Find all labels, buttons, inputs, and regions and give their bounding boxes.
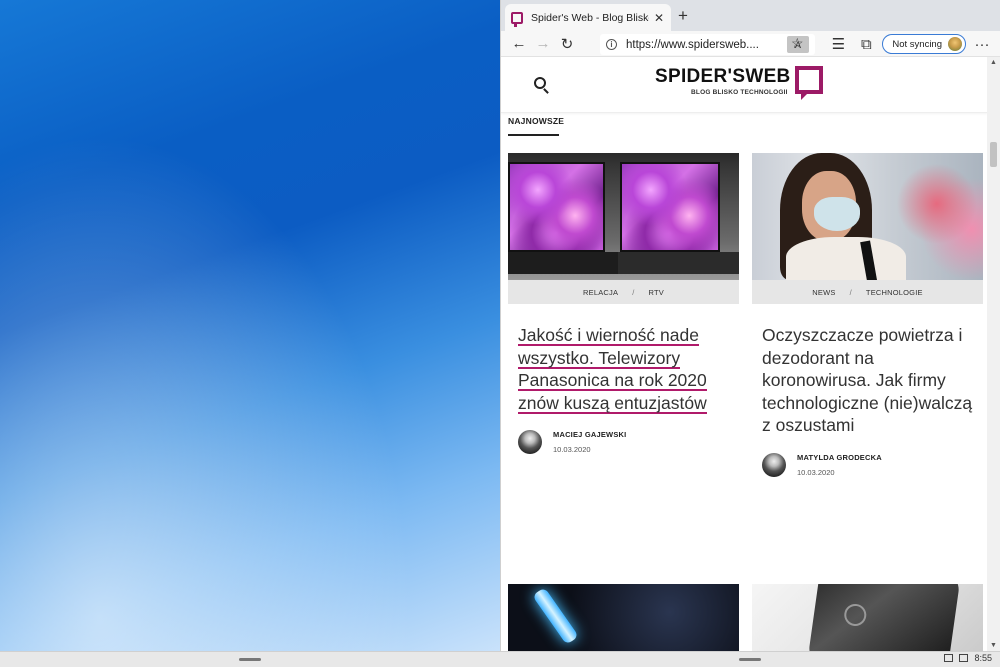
logo-text: SPIDER'SWEB: [655, 66, 791, 87]
author-name[interactable]: MATYLDA GRODECKA: [797, 453, 882, 462]
category-link[interactable]: RELACJA: [583, 288, 618, 297]
network-icon[interactable]: [959, 654, 969, 662]
section-underline: [508, 134, 559, 136]
desktop-wallpaper: [0, 0, 500, 651]
vertical-scrollbar[interactable]: ▲ ▼: [987, 57, 1000, 651]
profile-sync-button[interactable]: Not syncing: [882, 34, 966, 54]
settings-menu-icon[interactable]: ···: [970, 33, 994, 55]
tab-title: Spider's Web - Blog Blisko Techn: [531, 11, 649, 24]
author-name[interactable]: MACIEJ GAJEWSKI: [553, 430, 626, 439]
author-avatar: [518, 430, 542, 454]
spidersweb-favicon-icon: [511, 11, 523, 27]
category-link[interactable]: RTV: [649, 288, 664, 297]
site-header: SPIDER'SWEB BLOG BLISKO TECHNOLOGII: [501, 57, 988, 113]
forward-arrow-icon[interactable]: →: [531, 33, 555, 55]
toolbar-right: ☰ ⧉ Not syncing ···: [826, 33, 994, 55]
article-categories: NEWS / TECHNOLOGIE: [752, 280, 983, 304]
collections-icon[interactable]: ⧉: [854, 33, 878, 55]
article-image-mask-woman[interactable]: [752, 153, 983, 280]
article-date: 10.03.2020: [553, 445, 591, 454]
article-author: MATYLDA GRODECKA 10.03.2020: [762, 452, 983, 477]
category-separator: /: [632, 287, 635, 297]
favorites-list-icon[interactable]: ☰: [826, 33, 850, 55]
article-date: 10.03.2020: [797, 467, 835, 477]
article-categories: RELACJA / RTV: [508, 280, 739, 304]
scroll-down-arrow-icon[interactable]: ▼: [990, 642, 997, 649]
browser-window: Spider's Web - Blog Blisko Techn ✕ + ← →…: [500, 0, 1000, 651]
article-image-tvs[interactable]: [508, 153, 739, 280]
tab-bar: Spider's Web - Blog Blisko Techn ✕ +: [501, 0, 1000, 31]
article-card[interactable]: RELACJA / RTV Jakość i wierność nade wsz…: [508, 153, 739, 454]
scroll-up-arrow-icon[interactable]: ▲: [990, 59, 997, 66]
back-arrow-icon[interactable]: ←: [507, 33, 531, 55]
section-tab-najnowsze[interactable]: NAJNOWSZE: [508, 116, 564, 126]
scrollbar-thumb[interactable]: [990, 142, 997, 167]
article-image-phone[interactable]: [752, 584, 983, 651]
article-author: MACIEJ GAJEWSKI 10.03.2020: [518, 430, 739, 454]
clock[interactable]: 8:55: [974, 653, 992, 663]
right-snap-handle[interactable]: [739, 658, 761, 661]
article-card[interactable]: NEWS / TECHNOLOGIE Oczyszczacze powietrz…: [752, 153, 983, 477]
article-headline[interactable]: Oczyszczacze powietrza i dezodorant na k…: [762, 324, 973, 437]
browser-toolbar: ← → ↻ i https://www.spidersweb.... A ☆ ☰…: [501, 31, 1000, 57]
system-tray: 8:55: [944, 653, 992, 663]
speech-bubble-logo-icon: [794, 66, 823, 100]
author-avatar: [762, 452, 786, 477]
tab-spidersweb[interactable]: Spider's Web - Blog Blisko Techn ✕: [505, 4, 671, 31]
web-page: SPIDER'SWEB BLOG BLISKO TECHNOLOGII NAJN…: [501, 57, 988, 651]
article-headline[interactable]: Jakość i wierność nade wszystko. Telewiz…: [518, 324, 729, 414]
site-info-icon[interactable]: i: [606, 39, 617, 50]
category-separator: /: [849, 287, 852, 297]
logo-tagline: BLOG BLISKO TECHNOLOGII: [691, 89, 788, 96]
article-image-neon[interactable]: [508, 584, 739, 651]
url-text[interactable]: https://www.spidersweb....: [626, 39, 787, 51]
taskbar: 8:55: [0, 651, 1000, 667]
new-tab-button[interactable]: +: [675, 6, 691, 26]
sync-label: Not syncing: [892, 38, 942, 50]
close-tab-icon[interactable]: ✕: [653, 11, 665, 25]
address-bar[interactable]: i https://www.spidersweb.... A: [600, 34, 815, 55]
screen: Spider's Web - Blog Blisko Techn ✕ + ← →…: [0, 0, 1000, 667]
site-logo[interactable]: SPIDER'SWEB BLOG BLISKO TECHNOLOGII: [655, 66, 823, 100]
category-link[interactable]: TECHNOLOGIE: [866, 288, 923, 297]
left-snap-handle[interactable]: [239, 658, 261, 661]
refresh-icon[interactable]: ↻: [555, 33, 579, 55]
profile-avatar: [948, 37, 962, 51]
category-link[interactable]: NEWS: [812, 288, 835, 297]
favorite-star-icon[interactable]: ☆: [791, 35, 804, 52]
search-icon[interactable]: [534, 77, 546, 89]
notification-icon[interactable]: [944, 654, 954, 662]
